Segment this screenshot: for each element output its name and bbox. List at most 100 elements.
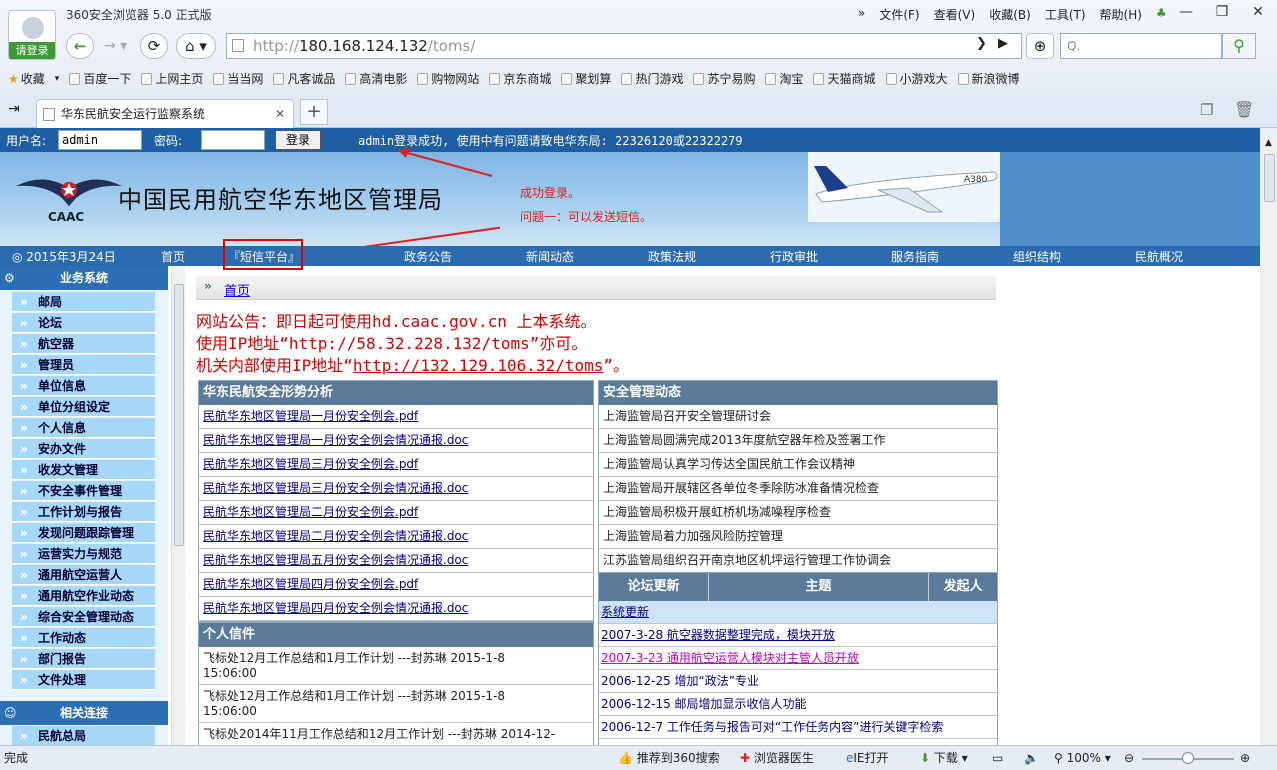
dropdown-chevron-icon[interactable]: ❯ <box>976 36 987 51</box>
menu-file[interactable]: 文件(F) <box>879 6 919 23</box>
scroll-up-icon[interactable]: ▲ <box>1265 138 1272 148</box>
download-button[interactable]: ⬇ 下载 ▾ <box>920 746 968 770</box>
document-link[interactable]: 民航华东地区管理局一月份安全例会.pdf <box>203 409 418 423</box>
screen-icon[interactable]: ▭ <box>992 746 1003 770</box>
refresh-button[interactable]: ⟳ <box>140 33 168 59</box>
bookmark-item[interactable]: 高清电影 <box>345 70 407 87</box>
login-label[interactable]: 请登录 <box>9 42 55 59</box>
menu-view[interactable]: 查看(V) <box>934 6 976 23</box>
document-link[interactable]: 民航华东地区管理局四月份安全例会情况通报.doc <box>203 601 468 615</box>
favorites-menu[interactable]: ★ 收藏 ▾ <box>8 70 59 87</box>
ie-open-button[interactable]: eIE打开 <box>846 746 889 770</box>
menu-favorites[interactable]: 收藏(B) <box>989 6 1031 23</box>
bookmark-item[interactable]: 当当网 <box>213 70 263 87</box>
sidebar-item-unsafe-events[interactable]: 不安全事件管理 <box>12 481 155 501</box>
nav-organization[interactable]: 组织结构 <box>1013 248 1061 265</box>
nav-policies[interactable]: 政策法规 <box>648 248 696 265</box>
sidebar-scrollbar[interactable] <box>171 266 185 745</box>
list-item[interactable]: 上海监管局圆满完成2013年度航空器年检及签署工作 <box>599 429 997 453</box>
mail-item[interactable]: 飞标处2014年11月工作总结和12月工作计划 ---封苏琳 2014-12- <box>199 723 593 745</box>
bookmark-item[interactable]: 百度一下 <box>69 70 131 87</box>
forum-item[interactable]: 2007-3-23 通用航空运营人模块对主管人员开放 <box>599 647 997 670</box>
shield-icon[interactable]: ⊕ <box>1026 33 1054 59</box>
page-scroll-thumb[interactable] <box>1264 154 1275 202</box>
list-item[interactable]: 上海监管局召开安全管理研讨会 <box>599 405 997 429</box>
forum-item[interactable]: 2006-12-25 增加“政法”专业 <box>599 670 997 693</box>
sidebar-item-file-processing[interactable]: 文件处理 <box>12 670 155 690</box>
sidebar-item-work-activity[interactable]: 工作动态 <box>12 628 155 648</box>
bookmark-item[interactable]: 购物网站 <box>417 70 479 87</box>
sidebar-item-safety-mgmt[interactable]: 综合安全管理动态 <box>12 607 155 627</box>
sidebar-item-dept-reports[interactable]: 部门报告 <box>12 649 155 669</box>
menu-help[interactable]: 帮助(H) <box>1100 6 1142 23</box>
bookmark-item[interactable]: 淘宝 <box>765 70 803 87</box>
sidebar-item-operations[interactable]: 运营实力与规范 <box>12 544 155 564</box>
zoom-in-icon[interactable]: ⊕ <box>1240 746 1250 770</box>
document-link[interactable]: 民航华东地区管理局五月份安全例会情况通报.doc <box>203 553 468 567</box>
bookmark-item[interactable]: 天猫商城 <box>813 70 876 87</box>
sidebar-item-forum[interactable]: 论坛 <box>12 313 155 333</box>
sidebar-item-issue-tracking[interactable]: 发现问题跟踪管理 <box>12 523 155 543</box>
nav-news[interactable]: 新闻动态 <box>526 248 574 265</box>
close-icon[interactable]: ✕ <box>1240 2 1276 22</box>
menu-more-icon[interactable]: » <box>858 6 865 23</box>
sidebar-item-ga-activity[interactable]: 通用航空作业动态 <box>12 586 155 606</box>
sidebar-item-post-office[interactable]: 邮局 <box>12 292 155 312</box>
document-link[interactable]: 民航华东地区管理局三月份安全例会.pdf <box>203 457 418 471</box>
skin-icon[interactable]: ♣ <box>1156 6 1167 23</box>
tab-active[interactable]: 华东民航安全运行监察系统 ✕ <box>36 99 294 128</box>
list-item[interactable]: 上海监管局积极开展虹桥机场减噪程序检查 <box>599 501 997 525</box>
sidebar-scroll-thumb[interactable] <box>174 284 184 546</box>
mail-item[interactable]: 飞标处12月工作总结和1月工作计划 ---封苏琳 2015-1-8 15:06:0… <box>199 685 593 723</box>
bookmark-item[interactable]: 上网主页 <box>141 70 203 87</box>
volume-icon[interactable]: 🔈 <box>1024 746 1039 770</box>
document-link[interactable]: 民航华东地区管理局四月份安全例会.pdf <box>203 577 418 591</box>
search-icon[interactable]: ⚲ <box>1222 33 1256 59</box>
bookmark-item[interactable]: 京东商城 <box>489 70 551 87</box>
document-link[interactable]: 民航华东地区管理局二月份安全例会.pdf <box>203 505 418 519</box>
sidebar-item-work-plan[interactable]: 工作计划与报告 <box>12 502 155 522</box>
zoom-control[interactable]: ⚲ 100% ▾ <box>1054 746 1111 770</box>
nav-overview[interactable]: 民航概况 <box>1135 248 1183 265</box>
sidebar-item-unit-info[interactable]: 单位信息 <box>12 376 155 396</box>
nav-service-guide[interactable]: 服务指南 <box>891 248 939 265</box>
sidebar-item-document-mgmt[interactable]: 收发文管理 <box>12 460 155 480</box>
maximize-icon[interactable]: ❐ <box>1204 2 1240 22</box>
back-button[interactable]: ← <box>66 33 94 59</box>
nav-announcements[interactable]: 政务公告 <box>404 248 452 265</box>
sidebar-item-personal-info[interactable]: 个人信息 <box>12 418 155 438</box>
recommend-360-button[interactable]: 👍 推荐到360搜索 <box>618 746 720 770</box>
sidebar-item-admin[interactable]: 管理员 <box>12 355 155 375</box>
internal-ip-link[interactable]: http://132.129.106.32/toms <box>353 356 603 375</box>
restore-tabs-icon[interactable]: ❐ <box>1200 101 1213 119</box>
zoom-slider-handle[interactable] <box>1182 752 1194 764</box>
list-item[interactable]: 江苏监管局组织召开南京地区机坪运行管理工作协调会 <box>599 549 997 573</box>
bookmark-item[interactable]: 苏宁易购 <box>693 70 755 87</box>
nav-home[interactable]: 首页 <box>161 248 185 265</box>
forum-item[interactable]: 2006-12-15 邮局增加显示收信人功能 <box>599 693 997 716</box>
browser-doctor-button[interactable]: ✚ 浏览器医生 <box>740 746 814 770</box>
zoom-out-icon[interactable]: ⊖ <box>1124 746 1134 770</box>
go-arrow-icon[interactable]: ▶ <box>998 36 1008 51</box>
document-link[interactable]: 民航华东地区管理局一月份安全例会情况通报.doc <box>203 433 468 447</box>
forum-item[interactable]: 2007-3-28 航空器数据整理完成，模块开放 <box>599 624 997 647</box>
sidebar-link-caac[interactable]: 民航总局 <box>12 726 155 745</box>
user-avatar[interactable]: 请登录 <box>8 10 56 60</box>
list-item[interactable]: 上海监管局认真学习传达全国民航工作会议精神 <box>599 453 997 477</box>
search-input[interactable]: Q. <box>1060 33 1222 59</box>
address-bar[interactable]: http://180.168.124.132/toms/ <box>226 33 1022 59</box>
document-link[interactable]: 民航华东地区管理局二月份安全例会情况通报.doc <box>203 529 468 543</box>
list-item[interactable]: 上海监管局开展辖区各单位冬季除防冰准备情况检查 <box>599 477 997 501</box>
sidebar-toggle-icon[interactable]: ⇥ <box>8 101 20 117</box>
document-link[interactable]: 民航华东地区管理局三月份安全例会情况通报.doc <box>203 481 468 495</box>
sidebar-item-ga-operators[interactable]: 通用航空运营人 <box>12 565 155 585</box>
sidebar-item-aircraft[interactable]: 航空器 <box>12 334 155 354</box>
trash-icon[interactable]: 🗑 <box>1234 100 1254 119</box>
bookmark-item[interactable]: 新浪微博 <box>957 70 1020 87</box>
forward-button[interactable]: → ▾ <box>104 38 127 54</box>
bookmark-item[interactable]: 凡客诚品 <box>273 70 335 87</box>
menu-tools[interactable]: 工具(T) <box>1045 6 1086 23</box>
minimize-icon[interactable]: — <box>1168 2 1204 22</box>
page-scrollbar[interactable]: ▲ <box>1262 138 1277 745</box>
bookmark-item[interactable]: 小游戏大 <box>885 70 948 87</box>
